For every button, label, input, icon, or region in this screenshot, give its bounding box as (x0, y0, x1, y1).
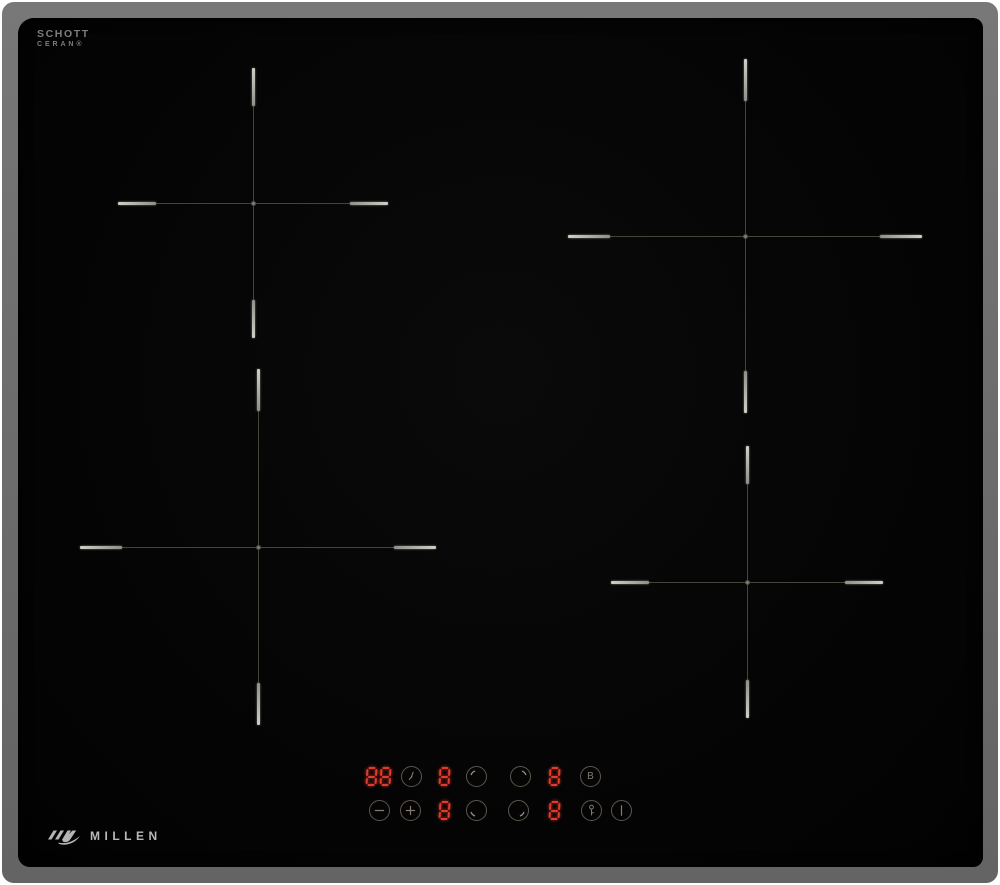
key-icon (582, 800, 601, 821)
arc-bottom-left-icon (467, 800, 486, 821)
display-front-right (549, 801, 560, 820)
zone-select-front-left-button[interactable] (466, 800, 487, 821)
seven-segment-digit (366, 767, 378, 786)
cooktop-product-photo: SCHOTT CERAN® (0, 0, 1000, 885)
arc-top-right-icon (511, 766, 530, 787)
arc-bottom-right-icon (509, 800, 528, 821)
power-icon (612, 800, 631, 821)
seven-segment-digit (549, 767, 561, 786)
timer-button[interactable] (401, 766, 422, 787)
seven-segment-digit (439, 767, 451, 786)
timer-display (366, 767, 391, 786)
millen-logo: MILLEN (46, 826, 162, 846)
seven-segment-digit (549, 801, 561, 820)
zone-select-rear-right-button[interactable] (510, 766, 531, 787)
boost-label: B (587, 772, 594, 782)
control-panel: B (18, 18, 983, 867)
plus-button[interactable] (400, 800, 421, 821)
boost-button[interactable]: B (580, 766, 601, 787)
display-rear-left (439, 767, 450, 786)
display-rear-right (549, 767, 560, 786)
seven-segment-digit (439, 801, 451, 820)
clock-icon (402, 766, 421, 787)
zone-select-rear-left-button[interactable] (466, 766, 487, 787)
millen-logo-text: MILLEN (90, 829, 162, 843)
cooktop-metal-frame: SCHOTT CERAN® (2, 2, 998, 883)
minus-button[interactable] (369, 800, 390, 821)
power-button[interactable] (611, 800, 632, 821)
display-front-left (439, 801, 450, 820)
minus-icon (370, 800, 389, 821)
lock-button[interactable] (581, 800, 602, 821)
plus-icon (401, 800, 420, 821)
seven-segment-digit (380, 767, 392, 786)
glass-surface: SCHOTT CERAN® (18, 18, 983, 867)
millen-swoosh-m-icon (46, 826, 82, 846)
arc-top-left-icon (467, 766, 486, 787)
zone-select-front-right-button[interactable] (508, 800, 529, 821)
